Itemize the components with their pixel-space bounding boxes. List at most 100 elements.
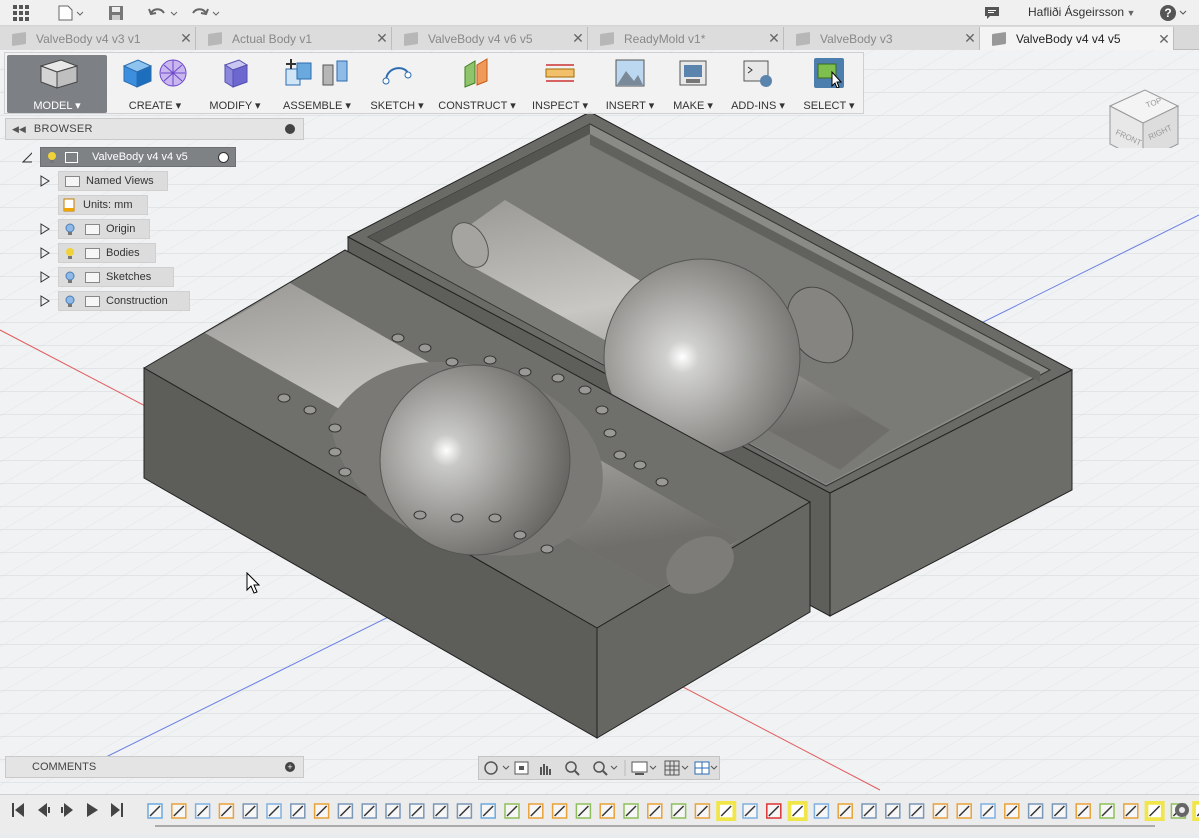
svg-text:?: ? — [1164, 6, 1171, 20]
document-icon — [208, 31, 222, 46]
visibility-bulb-icon — [65, 271, 75, 283]
browser-named-views-row[interactable]: Named Views — [0, 171, 200, 191]
browser-units-row[interactable]: Units: mm — [0, 195, 200, 215]
insert-image-icon — [615, 59, 645, 87]
viewports-icon — [694, 761, 718, 775]
select-menu[interactable]: SELECT ▾ — [801, 55, 857, 113]
minimize-icon[interactable] — [285, 124, 295, 134]
folder-icon — [85, 295, 100, 307]
display-settings-icon — [631, 761, 657, 775]
user-name[interactable]: Hafliði Ásgeirsson — [1028, 5, 1124, 19]
origin-node[interactable]: Origin — [58, 219, 150, 239]
timeline-feature-icon[interactable] — [1194, 803, 1199, 819]
go-to-end-icon — [111, 803, 123, 817]
scripts-icon — [743, 60, 772, 87]
inspect-menu[interactable]: INSPECT ▾ — [529, 55, 591, 113]
browser-sketches-row[interactable]: Sketches — [0, 267, 200, 287]
navigation-bar — [478, 756, 720, 780]
model-workspace-button[interactable]: MODEL ▾ — [7, 55, 107, 113]
browser-origin-row[interactable]: Origin — [0, 219, 200, 239]
grid-settings-icon — [664, 760, 689, 776]
folder-icon — [85, 247, 100, 259]
visibility-bulb-icon — [65, 223, 75, 235]
save-icon[interactable] — [106, 3, 126, 23]
component-icon — [65, 151, 78, 163]
tab-valvebody-v4-v6-v5[interactable]: ValveBody v4 v6 v5 ✕ — [392, 27, 588, 50]
redo-icon[interactable] — [188, 3, 222, 23]
chevron-down-icon[interactable]: ▼ — [1125, 3, 1137, 23]
sketch-label: SKETCH ▾ — [370, 100, 424, 112]
document-tabs: ValveBody v4 v3 v1 ✕ Actual Body v1 ✕ Va… — [0, 26, 1199, 51]
file-menu-icon[interactable] — [56, 3, 86, 23]
create-label: CREATE ▾ — [128, 100, 182, 112]
visibility-bulb-icon — [65, 295, 75, 307]
zoom-window-icon — [593, 761, 618, 776]
help-icon[interactable]: ? — [1158, 3, 1188, 23]
select-icon — [814, 58, 844, 89]
expand-triangle-icon — [40, 175, 50, 187]
expand-triangle-icon — [40, 223, 50, 235]
view-cube[interactable]: TOP FRONT RIGHT — [1105, 68, 1185, 148]
measure-icon — [545, 64, 575, 82]
insert-menu[interactable]: INSERT ▾ — [601, 55, 659, 113]
tab-valvebody-v4-v3-v1[interactable]: ValveBody v4 v3 v1 ✕ — [0, 27, 196, 50]
assemble-menu[interactable]: ASSEMBLE ▾ — [277, 55, 357, 113]
document-icon — [600, 31, 614, 46]
construction-node[interactable]: Construction — [58, 291, 190, 311]
browser-bodies-row[interactable]: Bodies — [0, 243, 200, 263]
model-label: MODEL ▾ — [33, 100, 81, 112]
step-back-icon — [38, 803, 50, 817]
root-component-node[interactable]: ValveBody v4 v4 v5 — [40, 147, 236, 167]
add-ins-menu[interactable]: ADD-INS ▾ — [727, 55, 789, 113]
sketch-menu[interactable]: SKETCH ▾ — [367, 55, 427, 113]
tab-readymold-v1[interactable]: ReadyMold v1* ✕ — [588, 27, 784, 50]
visibility-bulb-icon — [66, 247, 74, 259]
browser-construction-row[interactable]: Construction — [0, 291, 200, 311]
document-icon — [992, 32, 1006, 46]
units-node[interactable]: Units: mm — [58, 195, 148, 215]
folder-icon — [85, 271, 100, 283]
collapse-left-icon[interactable]: ◀◀ — [12, 124, 26, 135]
make-menu[interactable]: MAKE ▾ — [667, 55, 719, 113]
application-bar: Hafliði Ásgeirsson ▼ ? — [0, 0, 1199, 26]
new-component-icon — [285, 59, 312, 86]
construct-menu[interactable]: CONSTRUCT ▾ — [437, 55, 517, 113]
modify-label: MODIFY ▾ — [209, 100, 261, 112]
close-icon[interactable]: ✕ — [1155, 31, 1173, 48]
assemble-label: ASSEMBLE ▾ — [283, 100, 351, 112]
tab-valvebody-v3[interactable]: ValveBody v3 ✕ — [784, 27, 980, 50]
close-icon[interactable]: ✕ — [569, 30, 587, 47]
look-at-icon — [514, 761, 529, 775]
insert-label: INSERT ▾ — [605, 100, 655, 112]
box-icon — [122, 59, 153, 88]
modify-menu[interactable]: MODIFY ▾ — [205, 55, 265, 113]
bodies-node[interactable]: Bodies — [58, 243, 156, 263]
notifications-icon[interactable] — [982, 3, 1002, 23]
activate-radio[interactable] — [218, 152, 229, 163]
inspect-label: INSPECT ▾ — [531, 100, 589, 112]
sketch-icon — [382, 67, 412, 85]
close-icon[interactable]: ✕ — [373, 30, 391, 47]
comments-panel-header[interactable]: COMMENTS + — [5, 756, 304, 778]
sketches-node[interactable]: Sketches — [58, 267, 174, 287]
orbit-icon — [484, 761, 510, 775]
form-icon — [159, 59, 187, 87]
browser-panel-header[interactable]: ◀◀ BROWSER — [5, 118, 304, 140]
document-icon — [404, 31, 418, 46]
grid-menu-icon[interactable] — [10, 3, 32, 23]
tab-actual-body-v1[interactable]: Actual Body v1 ✕ — [196, 27, 392, 50]
named-views-node[interactable]: Named Views — [58, 171, 168, 191]
expand-triangle-icon — [40, 247, 50, 259]
close-icon[interactable]: ✕ — [177, 30, 195, 47]
create-menu[interactable]: CREATE ▾ — [115, 55, 195, 113]
close-icon[interactable]: ✕ — [961, 30, 979, 47]
tab-valvebody-v4-v4-v5[interactable]: ValveBody v4 v4 v5 ✕ — [980, 27, 1174, 51]
close-icon[interactable]: ✕ — [765, 30, 783, 47]
timeline-settings-icon — [1175, 803, 1189, 817]
undo-icon[interactable] — [146, 3, 180, 23]
add-comment-icon[interactable]: + — [285, 762, 295, 772]
zoom-icon — [565, 761, 580, 776]
document-icon — [796, 31, 810, 46]
expand-triangle-icon — [40, 271, 50, 283]
visibility-bulb-icon — [48, 151, 56, 163]
